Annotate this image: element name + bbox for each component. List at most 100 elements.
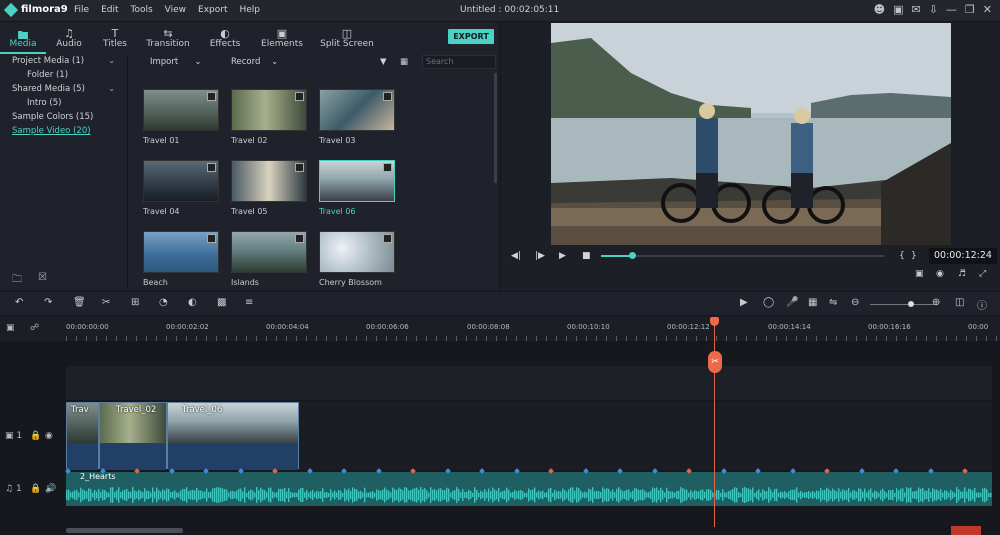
library-intro[interactable]: Intro (5): [27, 98, 61, 108]
audio-edit-icon[interactable]: ▦: [808, 297, 817, 308]
menu-file[interactable]: File: [74, 5, 89, 15]
media-item[interactable]: Cherry Blossom: [319, 231, 397, 287]
split-scissors-icon[interactable]: ✂: [708, 351, 722, 373]
play-icon[interactable]: ▶: [559, 251, 566, 261]
library-shared-media[interactable]: Shared Media (5): [12, 84, 85, 94]
menu-tools[interactable]: Tools: [131, 5, 153, 15]
undo-icon[interactable]: ↶: [15, 297, 23, 308]
marker-icon[interactable]: ◯: [763, 297, 774, 308]
delete-folder-icon[interactable]: ☒: [38, 272, 47, 283]
progress-handle[interactable]: [629, 252, 636, 259]
mail-icon[interactable]: ✉: [911, 3, 920, 16]
previous-frame-icon[interactable]: ◀|: [511, 251, 521, 261]
audio-mixer-icon[interactable]: ≡: [245, 297, 253, 308]
lock-icon[interactable]: 🔒: [30, 431, 41, 441]
menu-help[interactable]: Help: [240, 5, 261, 15]
render-icon[interactable]: ▶: [740, 297, 748, 308]
voiceover-icon[interactable]: 🎤: [786, 297, 798, 308]
media-item[interactable]: Beach: [143, 231, 221, 287]
grid-view-icon[interactable]: ▦: [400, 57, 408, 67]
stop-icon[interactable]: ■: [582, 251, 591, 261]
waveform-bar: [736, 487, 738, 503]
search-input[interactable]: Search: [422, 55, 496, 69]
audio-track[interactable]: 2_Hearts: [65, 468, 992, 506]
new-folder-icon[interactable]: 🗀: [12, 272, 22, 289]
video-clip[interactable]: Travel_02: [99, 402, 167, 470]
timeline-ruler[interactable]: ▣ ☍ 00:00:00:00 00:00:02:02 00:00:04:04 …: [0, 317, 1000, 341]
mark-out-icon[interactable]: }: [911, 251, 917, 261]
record-dropdown[interactable]: Record ⌄: [231, 57, 278, 67]
waveform-bar: [224, 489, 226, 501]
help-icon[interactable]: ⓘ: [977, 297, 987, 312]
crop-icon[interactable]: ⊞: [131, 297, 139, 308]
waveform-bar: [858, 488, 860, 502]
waveform-bar: [856, 491, 858, 499]
play-frame-icon[interactable]: |▶: [535, 251, 545, 261]
playhead-line[interactable]: [714, 317, 715, 527]
media-item[interactable]: Travel 03: [319, 89, 397, 145]
zoom-slider[interactable]: [870, 301, 938, 307]
chevron-down-icon[interactable]: ⌄: [108, 56, 115, 65]
close-icon[interactable]: ✕: [983, 3, 992, 16]
lock-icon[interactable]: 🔒: [30, 484, 41, 494]
video-clip[interactable]: Trav: [66, 402, 99, 470]
media-item[interactable]: Travel 06: [319, 160, 397, 216]
export-button[interactable]: EXPORT: [448, 29, 494, 44]
playhead-handle[interactable]: [710, 317, 719, 326]
menu-view[interactable]: View: [165, 5, 186, 15]
filter-icon[interactable]: ▼: [380, 57, 387, 67]
green-screen-icon[interactable]: ▩: [217, 297, 226, 308]
fullscreen-icon[interactable]: ⤢: [979, 269, 986, 279]
speaker-icon[interactable]: 🔊: [45, 484, 56, 494]
media-item[interactable]: Travel 05: [231, 160, 309, 216]
chevron-down-icon[interactable]: ⌄: [108, 84, 115, 93]
add-track-icon[interactable]: ▣: [6, 323, 15, 333]
eye-icon[interactable]: ◉: [45, 431, 53, 441]
tab-titles[interactable]: T Titles: [92, 23, 138, 54]
color-icon[interactable]: ◐: [188, 297, 197, 308]
zoom-in-icon[interactable]: ⊕: [932, 297, 940, 308]
download-icon[interactable]: ⇩: [929, 3, 938, 16]
tab-audio[interactable]: ♫ Audio: [46, 23, 92, 54]
timeline-scrollbar[interactable]: [66, 528, 183, 533]
maximize-icon[interactable]: ❐: [965, 3, 975, 16]
library-folder[interactable]: Folder (1): [27, 70, 68, 80]
user-icon[interactable]: ☻: [874, 3, 885, 16]
cut-icon[interactable]: ✂: [102, 297, 110, 308]
split-icon[interactable]: ⇋: [829, 297, 837, 308]
media-item[interactable]: Travel 01: [143, 89, 221, 145]
waveform-bar: [454, 490, 456, 500]
library-sample-colors[interactable]: Sample Colors (15): [12, 112, 93, 122]
speed-icon[interactable]: ◔: [159, 297, 168, 308]
media-item[interactable]: Travel 02: [231, 89, 309, 145]
layout-icon[interactable]: ◫: [955, 297, 964, 308]
video-clip[interactable]: Travel_06: [167, 402, 299, 470]
media-item[interactable]: Islands: [231, 231, 309, 287]
display-settings-icon[interactable]: ▣: [915, 269, 924, 279]
menu-edit[interactable]: Edit: [101, 5, 118, 15]
library-sample-video[interactable]: Sample Video (20): [12, 126, 91, 136]
volume-icon[interactable]: ♬: [958, 269, 966, 279]
tab-transition[interactable]: ⇆ Transition: [138, 23, 198, 54]
zoom-out-icon[interactable]: ⊖: [851, 297, 859, 308]
empty-track[interactable]: [66, 366, 992, 400]
snapshot-icon[interactable]: ◉: [936, 269, 944, 279]
delete-icon[interactable]: 🗑: [73, 297, 86, 308]
media-scrollbar[interactable]: [494, 73, 497, 183]
tab-elements[interactable]: ▣ Elements: [252, 23, 312, 54]
import-dropdown[interactable]: Import ⌄: [150, 57, 202, 67]
video-track[interactable]: Trav Travel_02 Travel_06: [66, 402, 992, 470]
mark-in-icon[interactable]: {: [899, 251, 905, 261]
link-icon[interactable]: ☍: [30, 323, 39, 333]
zoom-handle[interactable]: [908, 301, 914, 307]
menu-export[interactable]: Export: [198, 5, 227, 15]
library-project-media[interactable]: Project Media (1): [12, 56, 84, 66]
tab-media[interactable]: 🖿 Media: [0, 23, 46, 54]
cart-icon[interactable]: ▣: [893, 3, 903, 16]
media-item[interactable]: Travel 04: [143, 160, 221, 216]
tab-split-screen[interactable]: ◫ Split Screen: [312, 23, 382, 54]
minimize-icon[interactable]: —: [946, 3, 957, 16]
playback-progress[interactable]: [601, 252, 884, 259]
tab-effects[interactable]: ◐ Effects: [198, 23, 252, 54]
redo-icon[interactable]: ↷: [44, 297, 52, 308]
